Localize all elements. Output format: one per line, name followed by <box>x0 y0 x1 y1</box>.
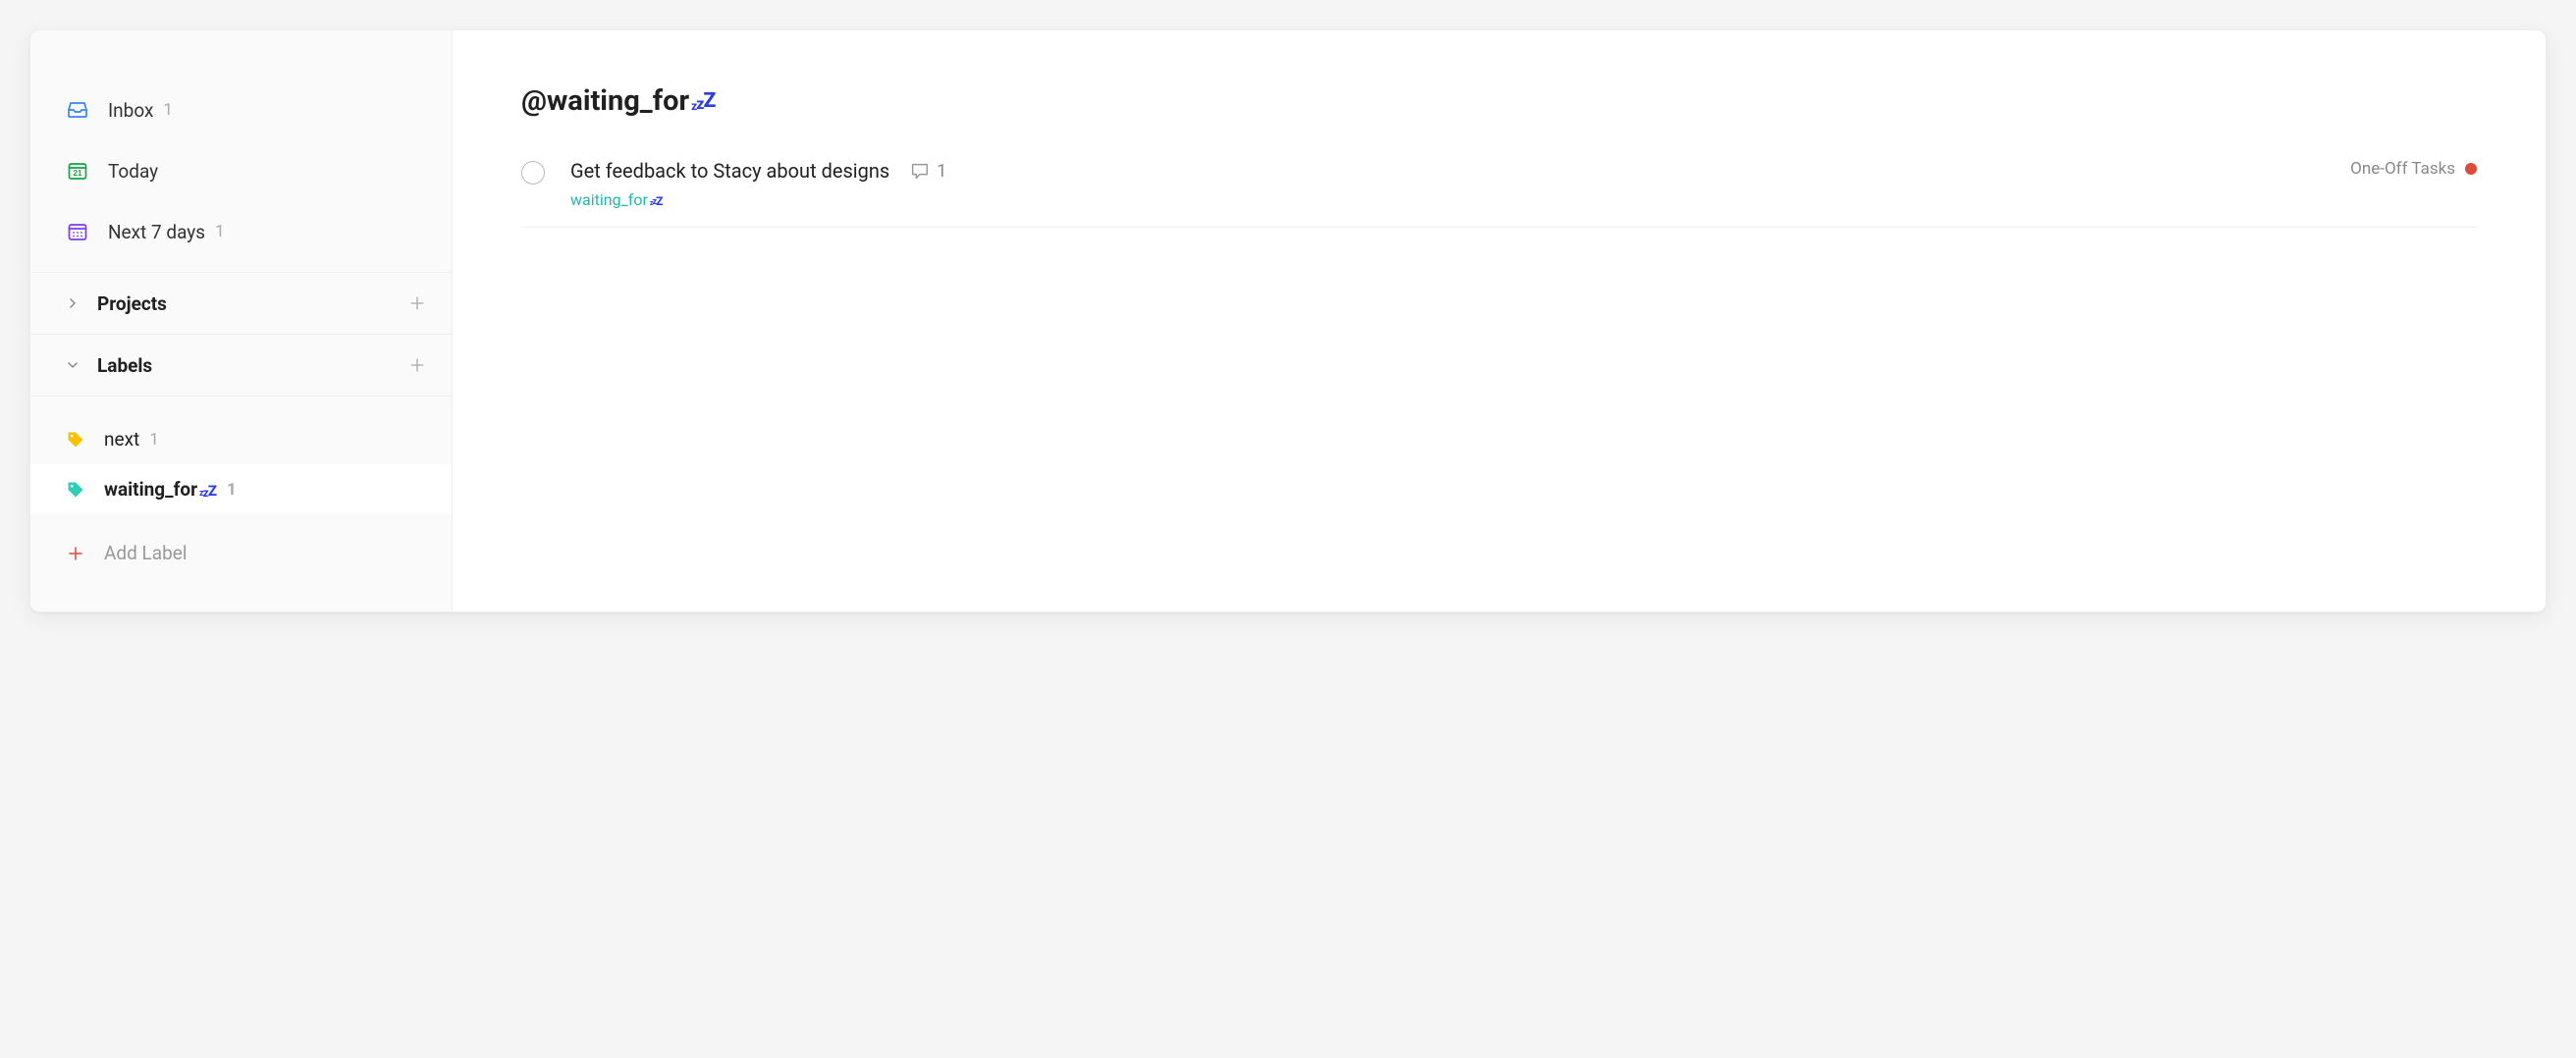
section-labels-label: Labels <box>97 354 152 377</box>
nav-inbox-count: 1 <box>163 100 173 120</box>
chevron-right-icon <box>60 295 85 311</box>
project-color-dot <box>2465 163 2477 175</box>
task-title: Get feedback to Stacy about designs <box>570 159 889 183</box>
nav-next7-count: 1 <box>215 222 225 241</box>
add-label-button[interactable]: Add Label <box>30 524 452 582</box>
task-project-name: One-Off Tasks <box>2350 159 2455 179</box>
label-item-next[interactable]: next 1 <box>30 414 452 464</box>
next7-icon <box>65 219 90 244</box>
nav-today-label: Today <box>108 160 158 183</box>
label-item-label: next <box>104 428 139 450</box>
add-label-plus-button[interactable] <box>402 350 432 380</box>
nav-next7[interactable]: Next 7 days 1 <box>30 201 452 262</box>
task-label-chip[interactable]: waiting_for zzZ <box>570 190 663 209</box>
zzz-icon: zzZ <box>650 195 664 207</box>
label-item-label: waiting_for zzZ <box>104 478 217 501</box>
section-projects[interactable]: Projects <box>30 272 452 334</box>
labels-list: next 1 waiting_for zzZ 1 <box>30 396 452 514</box>
label-item-count: 1 <box>149 430 159 450</box>
zzz-icon: zzZ <box>199 484 217 499</box>
task-comments[interactable]: 1 <box>909 160 946 182</box>
task-title-row: Get feedback to Stacy about designs 1 <box>570 159 2350 183</box>
svg-text:21: 21 <box>74 169 82 178</box>
nav-inbox[interactable]: Inbox 1 <box>30 79 452 140</box>
task-checkbox[interactable] <box>521 161 545 185</box>
section-labels[interactable]: Labels <box>30 334 452 396</box>
nav-inbox-label: Inbox <box>108 99 153 122</box>
zzz-icon: zzZ <box>691 91 716 112</box>
tag-icon <box>65 429 86 450</box>
add-label-text: Add Label <box>104 542 187 564</box>
app-window: Inbox 1 21 Today Next 7 days 1 Projects <box>29 29 2547 612</box>
today-icon: 21 <box>65 158 90 184</box>
task-project[interactable]: One-Off Tasks <box>2350 159 2477 179</box>
task-body: Get feedback to Stacy about designs 1 wa… <box>570 159 2350 209</box>
sidebar: Inbox 1 21 Today Next 7 days 1 Projects <box>30 30 453 611</box>
plus-icon <box>65 545 86 562</box>
nav-today[interactable]: 21 Today <box>30 140 452 201</box>
inbox-icon <box>65 97 90 123</box>
add-project-button[interactable] <box>402 289 432 318</box>
section-projects-label: Projects <box>97 292 167 315</box>
nav-next7-label: Next 7 days <box>108 221 205 243</box>
label-item-count: 1 <box>227 480 237 500</box>
task-row[interactable]: Get feedback to Stacy about designs 1 wa… <box>521 147 2477 228</box>
chevron-down-icon <box>60 357 85 373</box>
comment-icon <box>909 160 931 182</box>
page-title: @waiting_for zzZ <box>521 84 2477 118</box>
tag-icon <box>65 479 86 501</box>
label-item-waiting-for[interactable]: waiting_for zzZ 1 <box>30 464 452 514</box>
main-content: @waiting_for zzZ Get feedback to Stacy a… <box>453 30 2546 611</box>
task-comments-count: 1 <box>937 161 946 182</box>
